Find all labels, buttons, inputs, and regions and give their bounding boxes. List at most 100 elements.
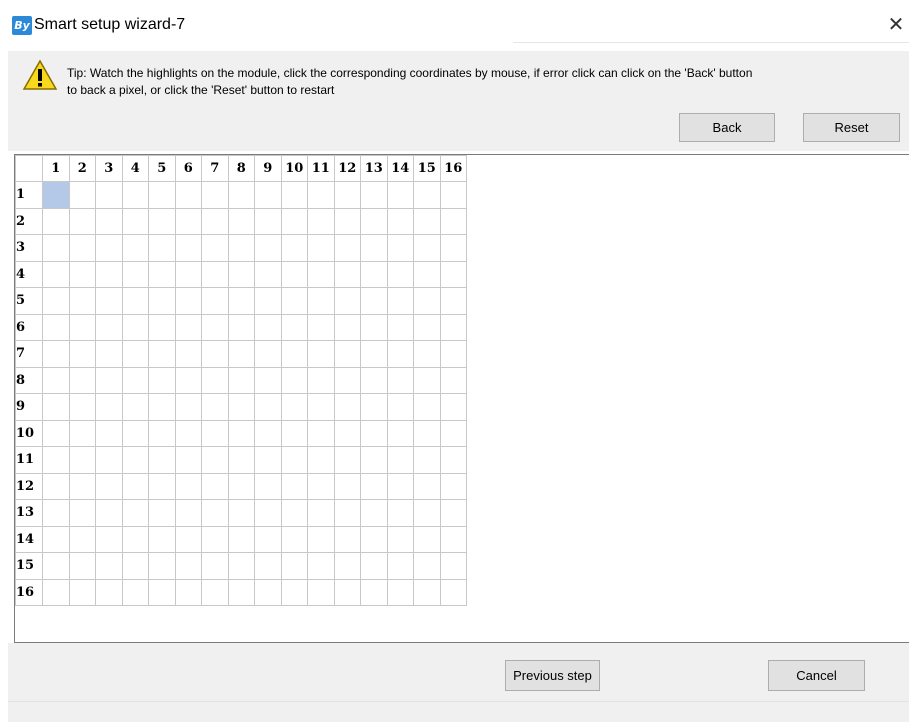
grid-cell[interactable] bbox=[333, 499, 361, 527]
grid-cell[interactable] bbox=[174, 313, 202, 341]
previous-step-button[interactable]: Previous step bbox=[505, 660, 600, 691]
grid-cell[interactable] bbox=[227, 499, 255, 527]
grid-cell[interactable] bbox=[307, 525, 335, 553]
grid-cell[interactable] bbox=[413, 578, 441, 606]
grid-cell[interactable] bbox=[68, 260, 96, 288]
grid-cell[interactable] bbox=[68, 472, 96, 500]
grid-cell[interactable] bbox=[254, 340, 282, 368]
grid-cell[interactable] bbox=[227, 207, 255, 235]
grid-cell[interactable] bbox=[68, 366, 96, 394]
grid-cell[interactable] bbox=[439, 366, 467, 394]
grid-cell[interactable] bbox=[227, 366, 255, 394]
grid-cell[interactable] bbox=[121, 446, 149, 474]
grid-cell[interactable] bbox=[360, 287, 388, 315]
grid-cell[interactable] bbox=[68, 578, 96, 606]
grid-cell[interactable] bbox=[201, 366, 229, 394]
grid-cell[interactable] bbox=[439, 393, 467, 421]
grid-cell[interactable] bbox=[201, 472, 229, 500]
grid-cell[interactable] bbox=[254, 287, 282, 315]
grid-cell[interactable] bbox=[227, 525, 255, 553]
grid-cell[interactable] bbox=[386, 287, 414, 315]
grid-cell[interactable] bbox=[333, 287, 361, 315]
grid-cell[interactable] bbox=[227, 472, 255, 500]
grid-cell[interactable] bbox=[95, 287, 123, 315]
grid-cell[interactable] bbox=[148, 260, 176, 288]
grid-cell[interactable] bbox=[68, 234, 96, 262]
grid-cell[interactable] bbox=[42, 287, 70, 315]
grid-cell[interactable] bbox=[148, 472, 176, 500]
grid-cell[interactable] bbox=[360, 446, 388, 474]
grid-cell[interactable] bbox=[280, 287, 308, 315]
grid-cell[interactable] bbox=[201, 207, 229, 235]
grid-cell[interactable] bbox=[68, 446, 96, 474]
grid-cell[interactable] bbox=[386, 260, 414, 288]
grid-cell[interactable] bbox=[333, 340, 361, 368]
grid-cell[interactable] bbox=[280, 313, 308, 341]
grid-cell[interactable] bbox=[333, 472, 361, 500]
grid-cell[interactable] bbox=[121, 260, 149, 288]
grid-cell[interactable] bbox=[413, 446, 441, 474]
grid-cell[interactable] bbox=[148, 234, 176, 262]
grid-cell[interactable] bbox=[42, 552, 70, 580]
grid-cell[interactable] bbox=[174, 525, 202, 553]
grid-cell[interactable] bbox=[360, 578, 388, 606]
grid-cell[interactable] bbox=[307, 472, 335, 500]
grid-cell[interactable] bbox=[360, 207, 388, 235]
grid-cell[interactable] bbox=[439, 578, 467, 606]
grid-cell[interactable] bbox=[148, 207, 176, 235]
grid-cell[interactable] bbox=[307, 340, 335, 368]
grid-cell[interactable] bbox=[148, 578, 176, 606]
grid-cell[interactable] bbox=[148, 552, 176, 580]
grid-cell[interactable] bbox=[360, 313, 388, 341]
grid-cell[interactable] bbox=[254, 234, 282, 262]
grid-cell[interactable] bbox=[254, 313, 282, 341]
grid-cell[interactable] bbox=[307, 578, 335, 606]
grid-cell[interactable] bbox=[254, 446, 282, 474]
grid-cell[interactable] bbox=[42, 578, 70, 606]
grid-cell[interactable] bbox=[201, 260, 229, 288]
grid-cell[interactable] bbox=[333, 446, 361, 474]
grid-cell[interactable] bbox=[121, 552, 149, 580]
close-icon[interactable]: ✕ bbox=[886, 13, 906, 35]
grid-cell[interactable] bbox=[201, 181, 229, 209]
grid-cell[interactable] bbox=[42, 340, 70, 368]
grid-cell[interactable] bbox=[174, 446, 202, 474]
grid-cell[interactable] bbox=[174, 340, 202, 368]
grid-cell[interactable] bbox=[280, 446, 308, 474]
grid-cell[interactable] bbox=[95, 181, 123, 209]
grid-cell[interactable] bbox=[280, 366, 308, 394]
grid-cell[interactable] bbox=[174, 260, 202, 288]
grid-cell[interactable] bbox=[227, 419, 255, 447]
grid-cell[interactable] bbox=[201, 578, 229, 606]
grid-cell[interactable] bbox=[174, 207, 202, 235]
grid-cell[interactable] bbox=[174, 578, 202, 606]
grid-cell[interactable] bbox=[227, 287, 255, 315]
grid-cell[interactable] bbox=[174, 419, 202, 447]
grid-cell[interactable] bbox=[280, 234, 308, 262]
grid-cell[interactable] bbox=[227, 578, 255, 606]
grid-cell[interactable] bbox=[307, 419, 335, 447]
grid-cell[interactable] bbox=[254, 578, 282, 606]
grid-cell[interactable] bbox=[360, 525, 388, 553]
grid-cell[interactable] bbox=[95, 234, 123, 262]
grid-cell[interactable] bbox=[42, 446, 70, 474]
grid-cell[interactable] bbox=[307, 287, 335, 315]
reset-button[interactable]: Reset bbox=[803, 113, 900, 142]
grid-cell[interactable] bbox=[439, 472, 467, 500]
grid-cell[interactable] bbox=[360, 234, 388, 262]
grid-cell[interactable] bbox=[68, 525, 96, 553]
grid-cell[interactable] bbox=[148, 181, 176, 209]
grid-cell[interactable] bbox=[42, 207, 70, 235]
grid-cell[interactable] bbox=[386, 234, 414, 262]
grid-cell[interactable] bbox=[121, 366, 149, 394]
grid-cell[interactable] bbox=[413, 260, 441, 288]
grid-cell[interactable] bbox=[439, 340, 467, 368]
grid-cell[interactable] bbox=[174, 287, 202, 315]
grid-cell[interactable] bbox=[201, 234, 229, 262]
grid-cell[interactable] bbox=[280, 499, 308, 527]
cancel-button[interactable]: Cancel bbox=[768, 660, 865, 691]
grid-cell[interactable] bbox=[333, 393, 361, 421]
grid-cell[interactable] bbox=[42, 525, 70, 553]
grid-cell[interactable] bbox=[413, 207, 441, 235]
grid-cell[interactable] bbox=[95, 499, 123, 527]
